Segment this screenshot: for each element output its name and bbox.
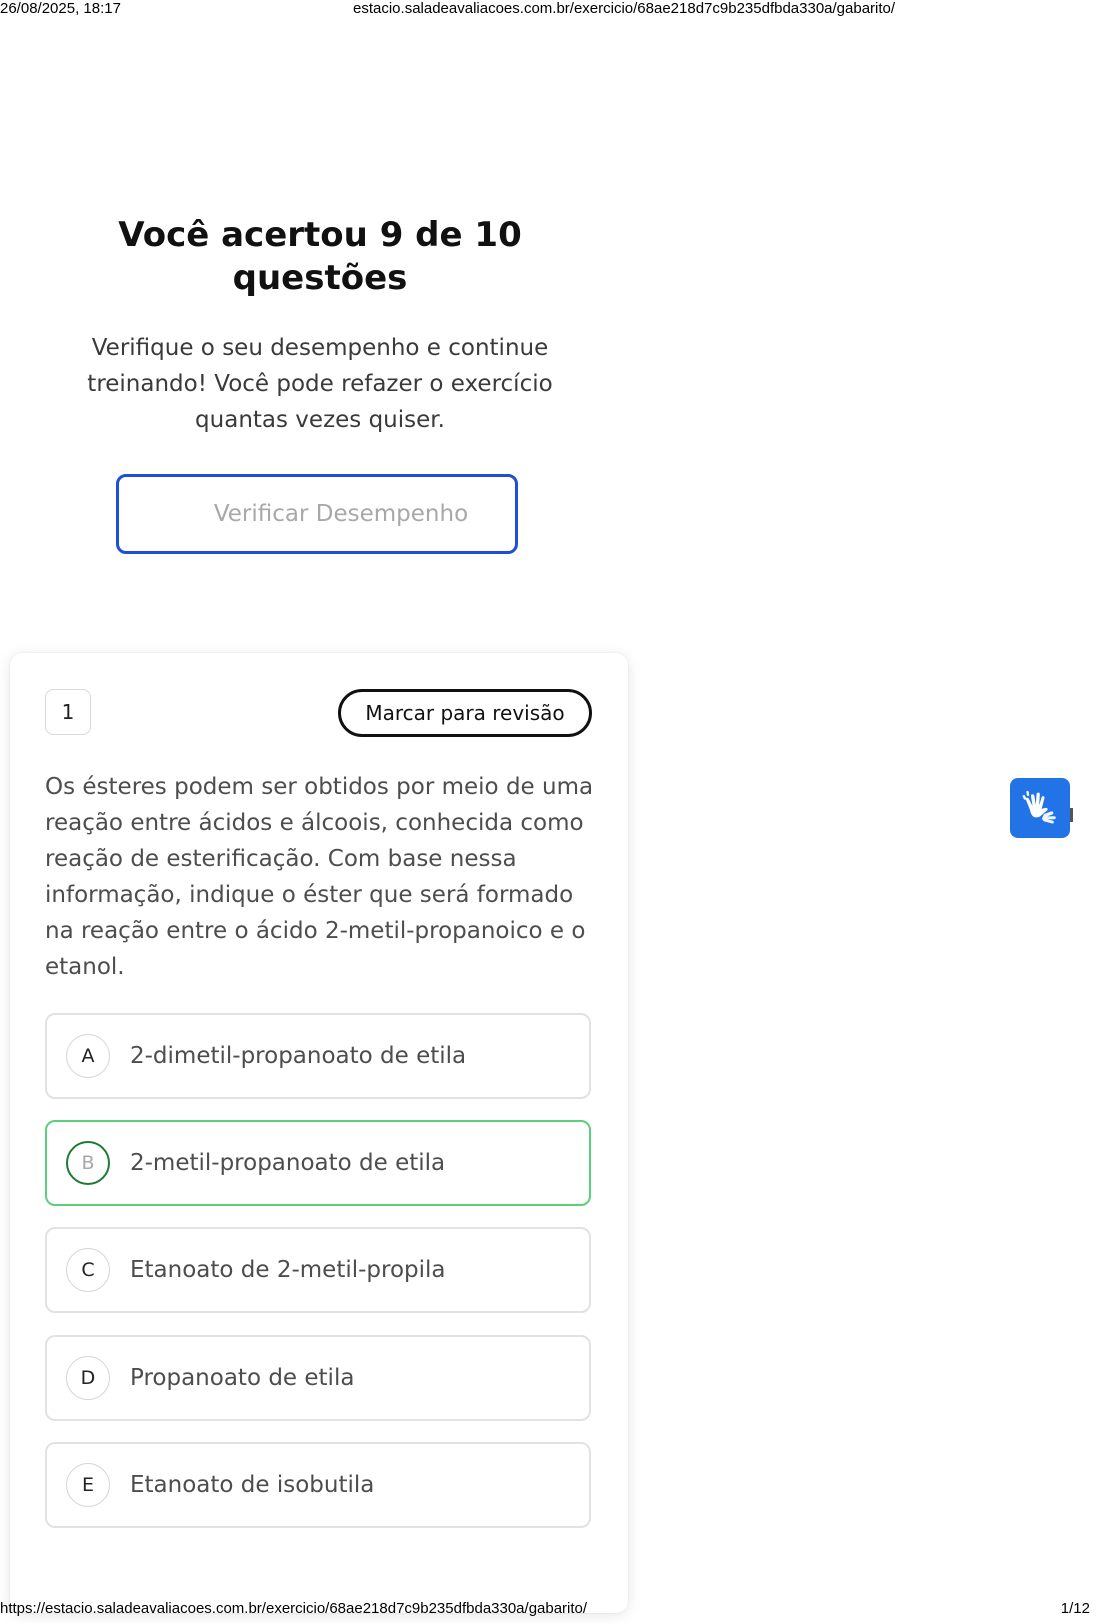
- print-footer-url: https://estacio.saladeavaliacoes.com.br/…: [0, 1600, 588, 1617]
- option-c[interactable]: C Etanoato de 2-metil-propila: [45, 1227, 591, 1313]
- print-datetime: 26/08/2025, 18:17: [0, 0, 121, 17]
- option-b-correct[interactable]: B 2-metil-propanoato de etila: [45, 1120, 591, 1206]
- verify-performance-button[interactable]: Verificar Desempenho: [116, 474, 518, 554]
- option-letter: C: [66, 1248, 110, 1292]
- accessibility-widget-button[interactable]: [1010, 778, 1070, 838]
- print-footer: https://estacio.saladeavaliacoes.com.br/…: [0, 1600, 1096, 1622]
- option-letter: B: [66, 1141, 110, 1185]
- option-d[interactable]: D Propanoato de etila: [45, 1335, 591, 1421]
- mark-for-review-button[interactable]: Marcar para revisão: [338, 689, 592, 737]
- option-a[interactable]: A 2-dimetil-propanoato de etila: [45, 1013, 591, 1099]
- print-header-url: estacio.saladeavaliacoes.com.br/exercici…: [353, 0, 896, 17]
- question-card: 1 Marcar para revisão Os ésteres podem s…: [10, 653, 628, 1613]
- verify-performance-label: Verificar Desempenho: [213, 501, 469, 527]
- option-e[interactable]: E Etanoato de isobutila: [45, 1442, 591, 1528]
- sign-language-icon: [1022, 790, 1056, 824]
- result-title: Você acertou 9 de 10 questões: [118, 215, 522, 298]
- question-text: Os ésteres podem ser obtidos por meio de…: [45, 774, 594, 980]
- option-text: Propanoato de etila: [130, 1365, 355, 1391]
- option-letter: A: [66, 1034, 110, 1078]
- print-header: 26/08/2025, 18:17 estacio.saladeavaliaco…: [0, 0, 1096, 22]
- option-letter: D: [66, 1356, 110, 1400]
- option-letter: E: [66, 1463, 110, 1507]
- option-text: Etanoato de isobutila: [130, 1472, 375, 1498]
- accessibility-widget-handle[interactable]: [1070, 808, 1073, 822]
- option-text: 2-metil-propanoato de etila: [130, 1150, 446, 1176]
- option-text: 2-dimetil-propanoato de etila: [130, 1043, 467, 1069]
- question-number: 1: [45, 689, 91, 735]
- option-text: Etanoato de 2-metil-propila: [130, 1257, 446, 1283]
- result-subtitle: Verifique o seu desempenho e continue tr…: [87, 335, 553, 433]
- print-page-number: 1/12: [1060, 1600, 1090, 1617]
